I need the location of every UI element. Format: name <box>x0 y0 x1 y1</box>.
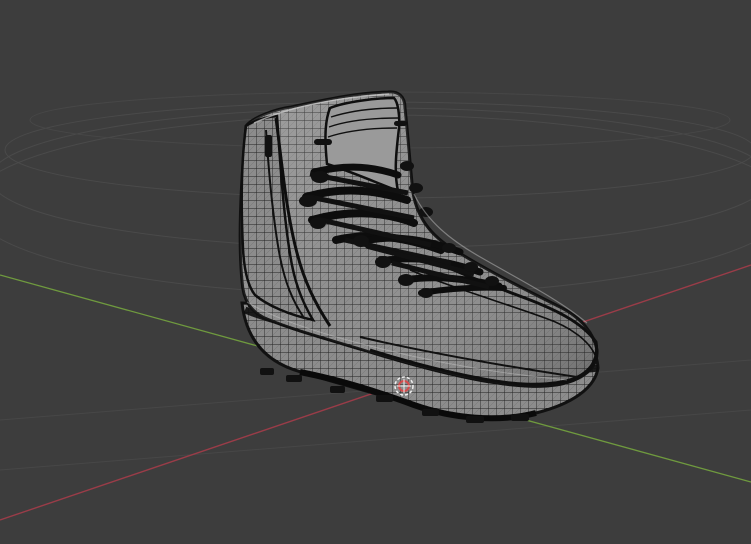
zipper-pull <box>265 135 272 157</box>
3d-viewport[interactable] <box>0 0 751 544</box>
viewport-canvas[interactable] <box>0 0 751 544</box>
boot-mesh[interactable] <box>238 90 600 423</box>
